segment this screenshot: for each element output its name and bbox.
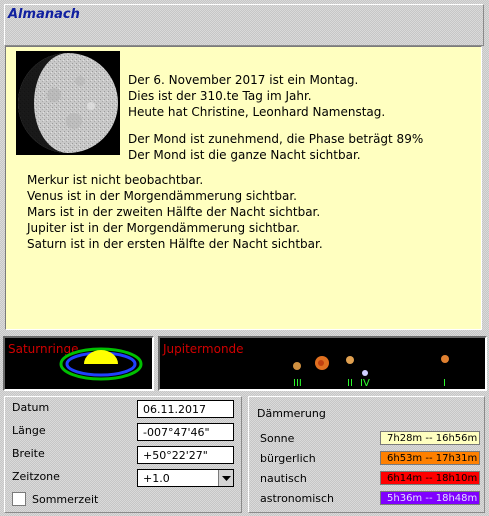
planet-line-mercury: Merkur ist nicht beobachtbar.	[27, 173, 204, 187]
date-line: Der 6. November 2017 ist ein Montag.	[128, 73, 359, 87]
chevron-down-icon[interactable]	[218, 470, 233, 486]
jupiter-moon-label-iii: III	[293, 378, 302, 389]
twilight-label-astronomisch: astronomisch	[260, 492, 335, 505]
sommerzeit-checkbox[interactable]	[12, 492, 26, 506]
zeitzone-select[interactable]: +1.0	[137, 469, 234, 487]
zeitzone-value: +1.0	[143, 472, 170, 485]
laenge-label: Länge	[12, 424, 46, 437]
planet-line-saturn: Saturn ist in der ersten Hälfte der Nach…	[27, 237, 323, 251]
jupiter-moon-label-ii: II	[347, 378, 353, 389]
twilight-title: Dämmerung	[257, 407, 326, 420]
day-of-year-line: Dies ist der 310.te Tag im Jahr.	[128, 89, 312, 103]
laenge-input[interactable]: -007°47'46"	[137, 423, 234, 441]
twilight-value-sonne: 7h28m -- 16h56m	[380, 431, 480, 445]
moon-phase-image	[16, 51, 120, 155]
twilight-panel: Dämmerung Sonne 7h28m -- 16h56m bürgerli…	[248, 396, 485, 513]
moon-phase-line: Der Mond ist zunehmend, die Phase beträg…	[128, 132, 424, 146]
planet-line-mars: Mars ist in der zweiten Hälfte der Nacht…	[27, 205, 321, 219]
datum-input[interactable]: 06.11.2017	[137, 400, 234, 418]
jupiter-moons-panel: Jupitermonde III II IV I	[158, 336, 487, 391]
twilight-value-nautisch: 6h14m -- 18h10m	[380, 471, 480, 485]
location-panel: Datum 06.11.2017 Länge -007°47'46" Breit…	[4, 396, 242, 513]
sommerzeit-label: Sommerzeit	[32, 493, 99, 506]
jupiter-moon-label-iv: IV	[360, 378, 370, 389]
info-panel: Der 6. November 2017 ist ein Montag. Die…	[5, 46, 482, 330]
moon-icon	[18, 53, 118, 153]
window-title: Almanach	[8, 7, 80, 22]
breite-label: Breite	[12, 447, 45, 460]
jupiter-moon-label-i: I	[443, 378, 446, 389]
name-day-line: Heute hat Christine, Leonhard Namenstag.	[128, 105, 386, 119]
planet-line-jupiter: Jupiter ist in der Morgendämmerung sicht…	[27, 221, 300, 235]
twilight-label-sonne: Sonne	[260, 432, 295, 445]
datum-label: Datum	[12, 401, 50, 414]
jupiter-moons-icon	[293, 355, 449, 376]
almanach-window: Almanach Der 6. November 2017 ist ein Mo…	[0, 0, 489, 516]
title-bar: Almanach	[4, 4, 484, 46]
breite-input[interactable]: +50°22'27"	[137, 446, 234, 464]
saturn-rings-panel: Saturnringe	[3, 336, 154, 391]
zeitzone-label: Zeitzone	[12, 470, 60, 483]
planet-line-venus: Venus ist in der Morgendämmerung sichtba…	[27, 189, 297, 203]
twilight-value-astronomisch: 5h36m -- 18h48m	[380, 491, 480, 505]
twilight-label-nautisch: nautisch	[260, 472, 307, 485]
twilight-value-buergerlich: 6h53m -- 17h31m	[380, 451, 480, 465]
twilight-label-buergerlich: bürgerlich	[260, 452, 316, 465]
saturn-rings-icon	[59, 347, 143, 381]
moon-visibility-line: Der Mond ist die ganze Nacht sichtbar.	[128, 148, 361, 162]
